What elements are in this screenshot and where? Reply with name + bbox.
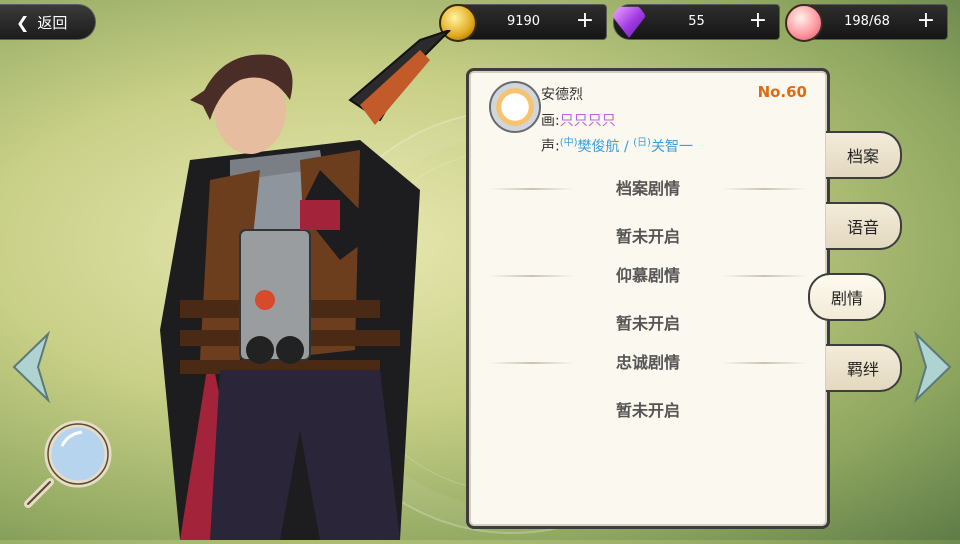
gold-value: 9190 [506,14,541,29]
artist-credit: 画:只只只只 [541,110,616,130]
gem-currency-bar: 55 + [612,4,780,40]
artist-name: 只只只只 [559,113,616,129]
tab-archive[interactable]: 档案 [826,131,902,179]
voice-credit: 声:(中)樊俊航 / (日)关智一 [541,133,693,156]
tab-label: 羁绊 [846,360,879,379]
story-status: 暂未开启 [615,314,680,333]
add-peach-button[interactable]: + [915,10,937,33]
story-status: 暂未开启 [615,227,680,246]
back-label: 返回 [37,13,68,32]
gem-value: 55 [688,14,705,29]
voice-jp-tag: (日) [633,137,651,148]
tab-voice[interactable]: 语音 [826,202,902,250]
add-gold-button[interactable]: + [574,10,596,33]
story-title: 仰慕剧情 [615,266,680,285]
divider [722,275,807,277]
artist-label: 画: [541,113,560,129]
voice-separator: / [619,138,634,155]
gem-icon [612,6,646,38]
peach-currency-bar: 198/68 + [785,4,948,42]
tab-label: 语音 [846,218,879,237]
voice-label: 声: [541,138,560,155]
tab-label: 档案 [846,147,879,166]
character-number: No.60 [757,83,807,101]
faction-crest-icon [489,81,541,133]
story-title: 档案剧情 [615,179,680,198]
story-section-loyalty: 忠诚剧情 [479,349,817,379]
back-button[interactable]: ❮ 返回 [0,4,96,40]
divider [722,362,807,364]
voice-jp-name: 关智一 [650,138,693,155]
story-section-archive: 档案剧情 [479,175,817,205]
peach-value: 198/68 [844,14,890,29]
divider [722,188,807,190]
next-character-button[interactable] [912,330,956,404]
add-gem-button[interactable]: + [747,10,769,33]
voice-cn-tag: (中) [559,137,578,148]
panel-header: 安德烈 No.60 画:只只只只 声:(中)樊俊航 / (日)关智一 [469,71,827,159]
tab-label: 剧情 [830,289,863,308]
tab-story[interactable]: 剧情 [808,273,886,321]
previous-character-button[interactable] [8,330,52,404]
story-status: 暂未开启 [615,401,680,420]
voice-cn-name: 樊俊航 [577,138,620,155]
chevron-left-icon: ❮ [16,12,30,32]
story-title: 忠诚剧情 [615,353,680,372]
tab-bond[interactable]: 羁绊 [826,344,902,392]
magnifier-icon[interactable] [20,412,120,512]
character-portrait [120,29,480,540]
character-name: 安德烈 [541,87,583,103]
character-info-panel: 安德烈 No.60 画:只只只只 声:(中)樊俊航 / (日)关智一 档案剧情 … [466,68,830,529]
story-section-admiration: 仰慕剧情 [479,262,817,292]
peach-icon [785,4,823,42]
